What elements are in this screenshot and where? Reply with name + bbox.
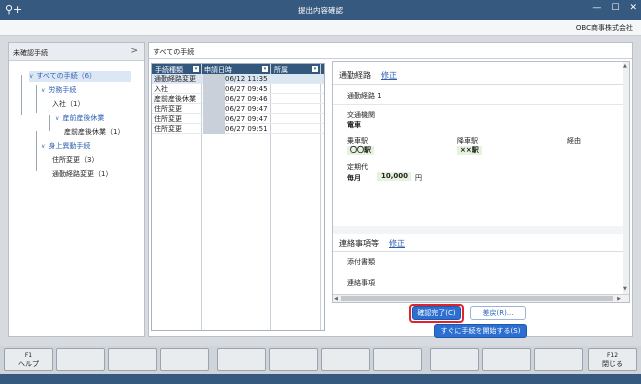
f1-help-button[interactable]: F1 ヘルプ [4, 348, 53, 371]
tree-item-maternity-leave[interactable]: 産前産後休業（1） [64, 127, 124, 138]
pending-header: 未確認手続 > [9, 43, 144, 61]
f11-button[interactable] [534, 348, 583, 371]
filter-dropdown-icon[interactable]: ▾ [262, 66, 268, 72]
title-bar: ⚲+ 提出内容確認 — ☐ ✕ [0, 0, 641, 20]
f7-button[interactable] [321, 348, 370, 371]
pass-cost-label: 定期代 [347, 163, 368, 171]
return-button[interactable]: 差戻(R)... [470, 306, 526, 320]
main-pane: すべての手続 手続種類 ▾ 申請日時 ▾ 所属 ▾ 通勤経路変更 06/12 1… [148, 42, 633, 338]
chevron-down-icon: ∨ [29, 73, 34, 80]
f12-close-button[interactable]: F12 閉じる [588, 348, 637, 371]
table-row[interactable]: 産前産後休業 06/27 09:46 [152, 94, 324, 104]
scrollbar-thumb[interactable] [341, 296, 613, 301]
f9-button[interactable] [430, 348, 479, 371]
close-icon[interactable]: ✕ [629, 3, 637, 13]
minimize-icon[interactable]: — [592, 3, 601, 13]
notes-label: 連絡事項 [347, 279, 375, 287]
main-header-label: すべての手続 [153, 48, 195, 56]
status-strip [0, 374, 641, 384]
table-row[interactable]: 通勤経路変更 06/12 11:35 [152, 74, 324, 84]
table-row[interactable]: 住所変更 06/27 09:47 [152, 104, 324, 114]
procedure-grid: 手続種類 ▾ 申請日時 ▾ 所属 ▾ 通勤経路変更 06/12 11:35 入社… [151, 63, 325, 331]
main-header: すべての手続 [149, 43, 632, 59]
pass-period: 毎月 [347, 174, 361, 182]
detail-vertical-scrollbar[interactable]: ▲ ▼ [623, 62, 629, 302]
tree-item-commute-change[interactable]: 通勤経路変更（1） [52, 169, 112, 180]
alight-station-label: 降車駅 [457, 137, 478, 145]
scroll-right-icon[interactable]: ▶ [617, 296, 621, 302]
confirm-complete-button[interactable]: 確認完了(C) [412, 306, 461, 320]
alight-station-value: ××駅 [457, 146, 482, 155]
f6-button[interactable] [269, 348, 318, 371]
filter-dropdown-icon[interactable]: ▾ [312, 66, 318, 72]
chevron-down-icon: ∨ [55, 115, 60, 122]
tree-item-address-change[interactable]: 住所変更（3） [52, 155, 98, 166]
detail-panel: 通勤経路 修正 通勤経路 1 交通機関 電車 乗車駅 〇〇駅 降車駅 ××駅 経… [332, 61, 630, 303]
pass-unit: 円 [415, 174, 422, 182]
tree-item-all[interactable]: ∨ すべての手続（6） [29, 71, 131, 82]
f10-button[interactable] [482, 348, 531, 371]
tree-item-maternity[interactable]: ∨ 産前産後休業 [55, 113, 104, 124]
tree-item-labor[interactable]: ∨ 労務手続 [41, 85, 76, 96]
f3-button[interactable] [108, 348, 157, 371]
pending-procedures-pane: 未確認手続 > ∨ すべての手続（6） ∨ 労務手続 入社（1） ∨ 産前産後休業 産… [8, 42, 145, 337]
collapse-pane-icon[interactable]: > [130, 46, 138, 56]
contact-section: 連絡事項等 修正 添付書類 連絡事項 [333, 234, 629, 296]
f5-button[interactable] [217, 348, 266, 371]
detail-horizontal-scrollbar[interactable]: ◀ ▶ [333, 294, 629, 302]
chevron-down-icon: ∨ [41, 143, 46, 150]
chevron-down-icon: ∨ [41, 87, 46, 94]
tree-item-personal-change[interactable]: ∨ 身上異動手続 [41, 141, 90, 152]
company-name: OBC商事株式会社 [575, 24, 633, 32]
company-bar: OBC商事株式会社 [0, 20, 641, 36]
start-procedure-button[interactable]: すぐに手続を開始する(S) [434, 324, 527, 338]
tree-item-hire[interactable]: 入社（1） [52, 99, 84, 110]
table-row[interactable]: 入社 06/27 09:45 [152, 84, 324, 94]
pending-header-label: 未確認手続 [13, 49, 48, 57]
function-key-bar: F1 ヘルプ F12 閉じる [0, 346, 641, 374]
via-label: 経由 [567, 137, 581, 145]
scroll-down-icon[interactable]: ▼ [623, 286, 627, 292]
contact-title: 連絡事項等 [339, 239, 379, 248]
attachments-label: 添付書類 [347, 258, 375, 266]
maximize-icon[interactable]: ☐ [611, 3, 619, 13]
contact-edit-link[interactable]: 修正 [389, 238, 405, 249]
filter-dropdown-icon[interactable]: ▾ [193, 66, 199, 72]
board-station-value: 〇〇駅 [347, 146, 374, 155]
transport-label: 交通機関 [347, 111, 375, 119]
f8-button[interactable] [373, 348, 422, 371]
commute-section: 通勤経路 修正 通勤経路 1 交通機関 電車 乗車駅 〇〇駅 降車駅 ××駅 経… [333, 62, 629, 226]
board-station-label: 乗車駅 [347, 137, 368, 145]
masked-employee-area [203, 74, 225, 134]
scroll-left-icon[interactable]: ◀ [334, 296, 338, 302]
commute-edit-link[interactable]: 修正 [381, 70, 397, 81]
window-controls: — ☐ ✕ [592, 3, 637, 13]
window-title: 提出内容確認 [298, 6, 343, 15]
f4-button[interactable] [160, 348, 209, 371]
table-row[interactable]: 住所変更 06/27 09:51 [152, 124, 324, 134]
f2-button[interactable] [56, 348, 105, 371]
grid-header: 手続種類 ▾ 申請日時 ▾ 所属 ▾ [152, 64, 324, 74]
table-row[interactable]: 住所変更 06/27 09:47 [152, 114, 324, 124]
scroll-up-icon[interactable]: ▲ [623, 63, 627, 69]
transport-value: 電車 [347, 121, 361, 129]
route-label: 通勤経路 1 [347, 92, 382, 100]
pass-amount: 10,000 [377, 172, 411, 181]
commute-title: 通勤経路 [339, 71, 371, 80]
